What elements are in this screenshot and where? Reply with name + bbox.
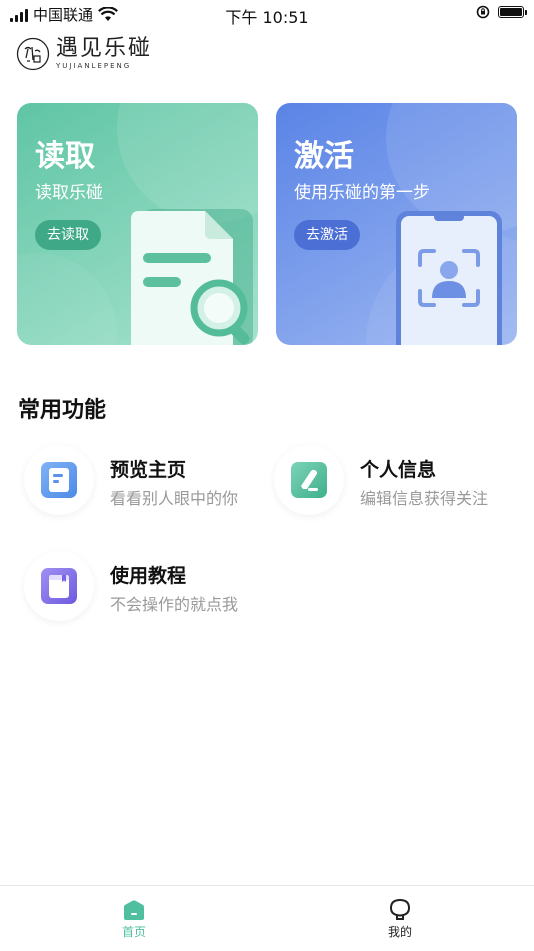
tutorial-icon-wrap [24, 551, 94, 621]
preview-icon-wrap [24, 445, 94, 515]
brand-mark-icon [16, 37, 50, 71]
preview-homepage-item[interactable]: 预览主页 看看别人眼中的你 [24, 445, 254, 515]
rotation-lock-icon [476, 5, 490, 19]
tab-mine[interactable]: 我的 [340, 894, 460, 940]
tab-home-label: 首页 [121, 925, 146, 939]
book-icon [41, 568, 77, 604]
status-right [476, 5, 527, 19]
personal-info-item[interactable]: 个人信息 编辑信息获得关注 [274, 445, 514, 515]
edit-icon [291, 462, 327, 498]
profile-icon [389, 898, 411, 920]
tutorial-label: 使用教程 [110, 565, 187, 587]
brand-name: 遇见乐碰 [56, 36, 153, 61]
preview-homepage-label: 预览主页 [110, 459, 187, 481]
tab-mine-label: 我的 [387, 925, 412, 939]
activate-button[interactable]: 去激活 [294, 220, 360, 250]
document-search-icon [131, 209, 253, 345]
activate-card-title: 激活 [294, 139, 354, 174]
brand-subtitle: YUJIANLEPENG [56, 62, 132, 70]
tab-home[interactable]: 首页 [74, 894, 194, 940]
status-bar: 中国联通 下午 10:51 [0, 0, 534, 28]
read-card-subtitle: 读取乐碰 [35, 183, 103, 203]
tutorial-item[interactable]: 使用教程 不会操作的就点我 [24, 551, 254, 621]
phone-face-scan-icon [396, 211, 502, 345]
personal-info-desc: 编辑信息获得关注 [360, 489, 489, 508]
tab-bar: 首页 我的 [0, 885, 534, 951]
status-time: 下午 10:51 [225, 8, 309, 27]
battery-icon [498, 6, 527, 18]
read-card-title: 读取 [35, 139, 95, 174]
read-button[interactable]: 去读取 [35, 220, 101, 250]
common-functions-title: 常用功能 [18, 398, 107, 423]
home-icon [124, 900, 144, 920]
preview-homepage-desc: 看看别人眼中的你 [110, 489, 239, 508]
personal-info-icon-wrap [274, 445, 344, 515]
activate-card[interactable]: 激活 使用乐碰的第一步 去激活 [276, 103, 517, 345]
personal-info-label: 个人信息 [360, 459, 437, 481]
activate-card-subtitle: 使用乐碰的第一步 [294, 183, 430, 203]
preview-page-icon [41, 462, 77, 498]
tutorial-desc: 不会操作的就点我 [110, 595, 239, 614]
read-card[interactable]: 读取 读取乐碰 去读取 [17, 103, 258, 345]
brand-logo: 遇见乐碰 YUJIANLEPENG [16, 36, 152, 72]
